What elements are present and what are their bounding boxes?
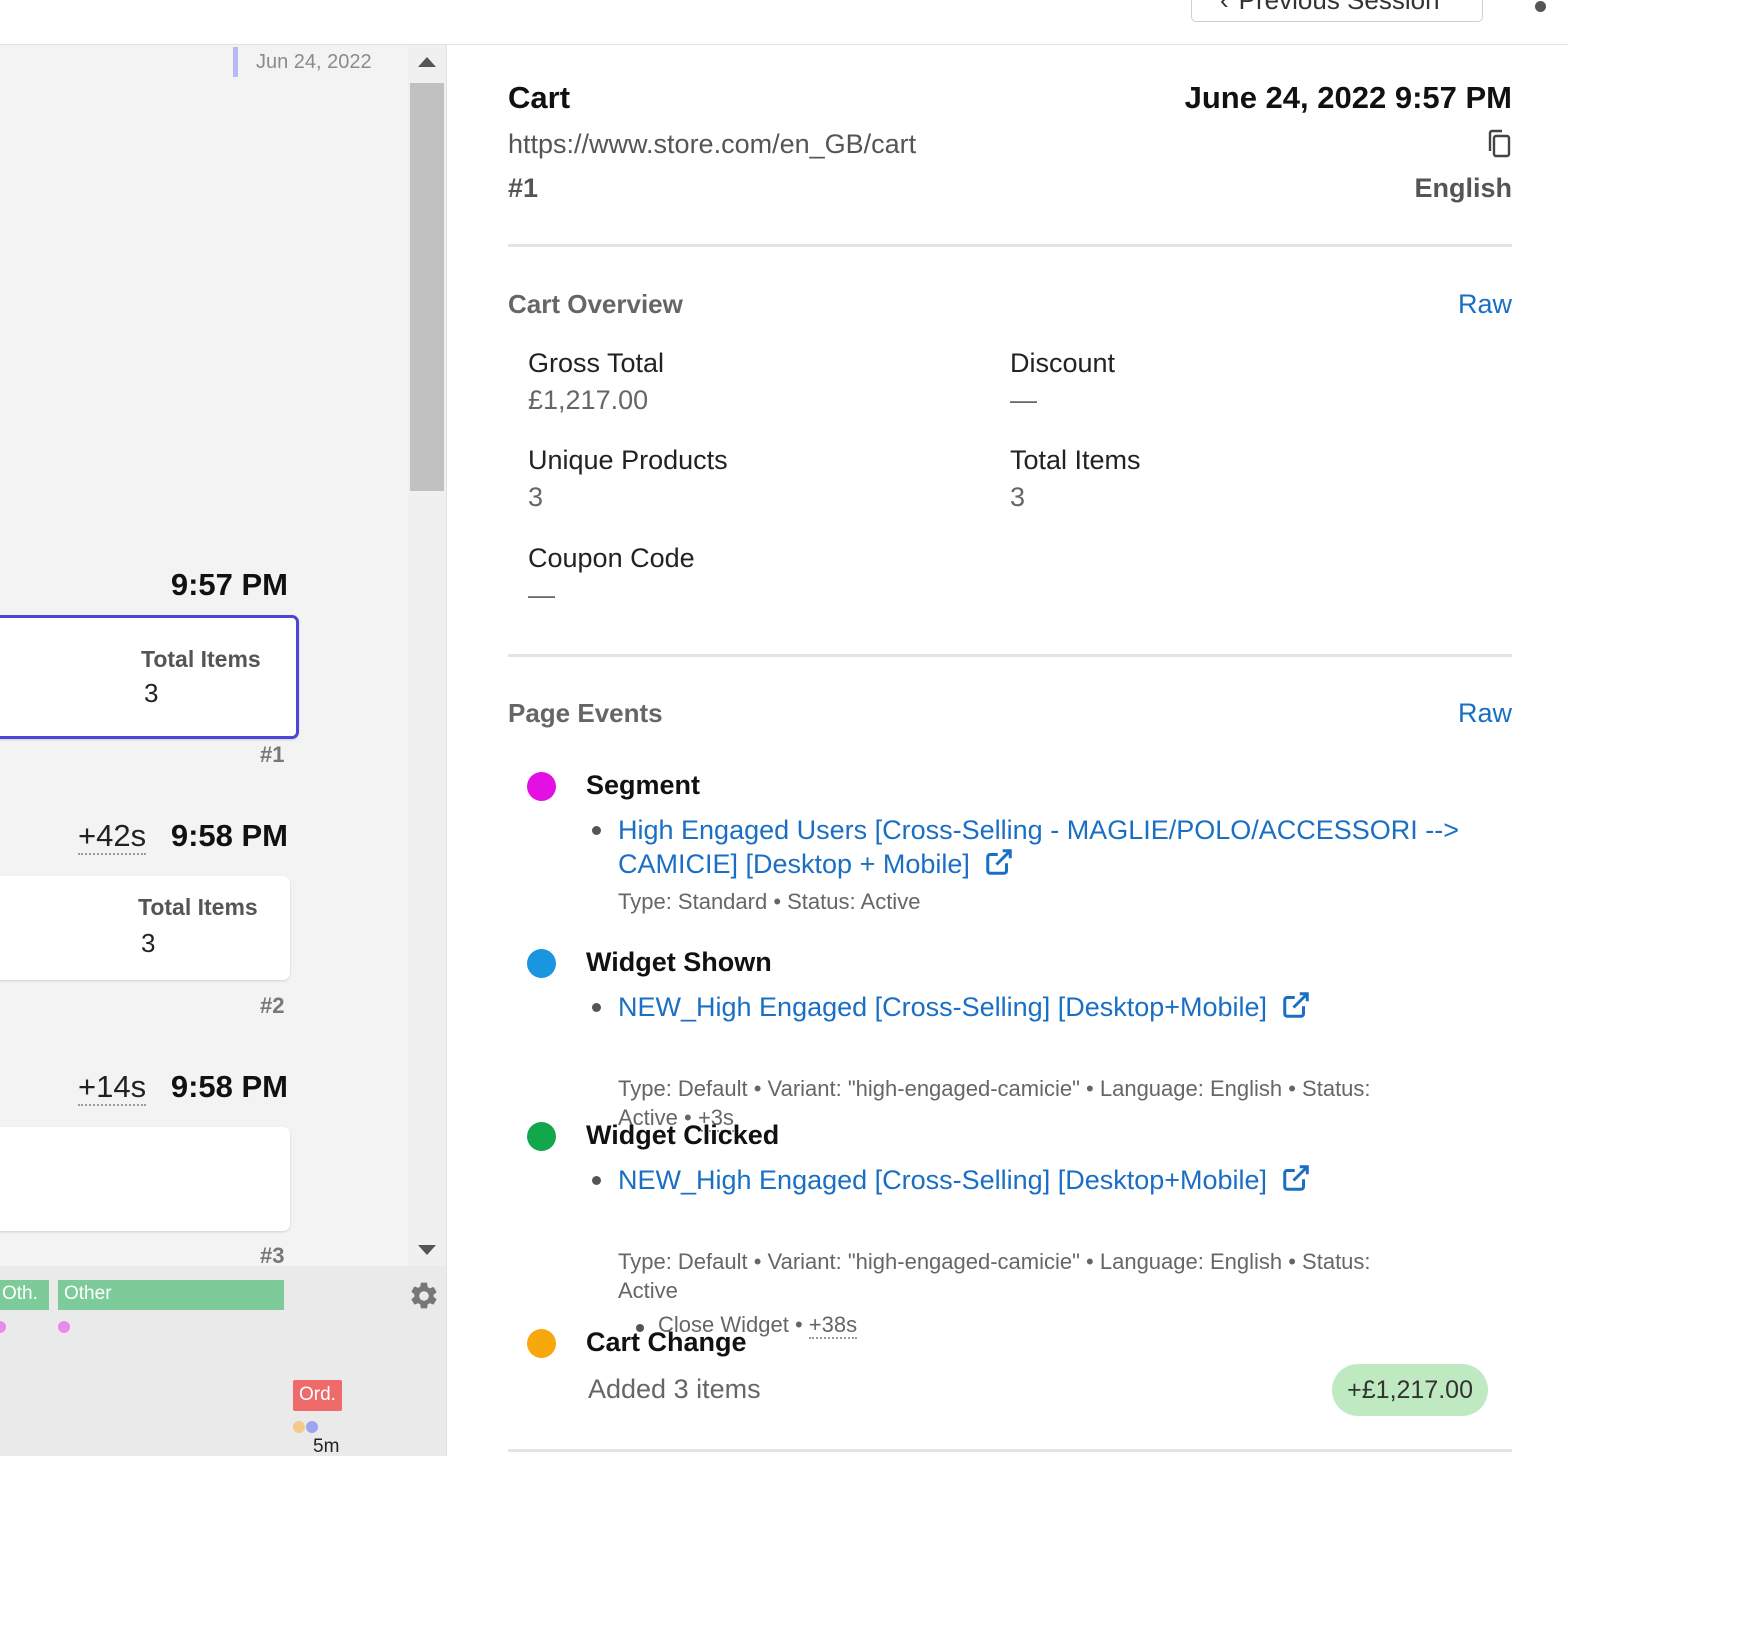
external-link-icon[interactable] bbox=[982, 847, 1016, 877]
bullet bbox=[592, 1176, 601, 1185]
timeline-scrollbar[interactable] bbox=[408, 45, 446, 1266]
gear-icon[interactable] bbox=[408, 1280, 440, 1312]
timeline-delta[interactable]: +42s bbox=[78, 819, 147, 855]
meta-text: Type: Default • Variant: "high-engaged-c… bbox=[618, 1076, 1371, 1101]
timeline-page-card[interactable]: Total Items 3 bbox=[0, 876, 290, 980]
field-total-items: Total Items 3 bbox=[1010, 445, 1141, 513]
field-label: Gross Total bbox=[528, 348, 665, 378]
event-meta: Type: Standard • Status: Active bbox=[618, 889, 921, 914]
timeline-page-number: #3 bbox=[260, 1243, 285, 1266]
field-coupon-code: Coupon Code — bbox=[528, 543, 695, 611]
page-title: Cart bbox=[508, 80, 571, 115]
event-meta: Type: Default • Variant: "high-engaged-c… bbox=[618, 1247, 1458, 1305]
bullet bbox=[592, 826, 601, 835]
previous-session-button[interactable]: ‹ Previous Session bbox=[1191, 0, 1483, 22]
meta-text: Active bbox=[618, 1278, 678, 1303]
link-text: NEW_High Engaged [Cross-Selling] [Deskto… bbox=[618, 992, 1268, 1022]
minimap-event-dot bbox=[306, 1421, 318, 1433]
event-dot bbox=[527, 1329, 556, 1358]
event-dot bbox=[527, 949, 556, 978]
link-text: CAMICIE] [Desktop + Mobile] bbox=[618, 849, 970, 879]
timeline-page-number: #1 bbox=[260, 742, 285, 767]
timeline-time: 9:58 PM bbox=[170, 818, 288, 853]
field-label: Total Items bbox=[1010, 445, 1141, 475]
bullet bbox=[592, 1003, 601, 1012]
page-events-title: Page Events bbox=[508, 698, 663, 728]
minimap-time-label: 5m bbox=[313, 1436, 340, 1457]
scroll-down-arrow-icon[interactable] bbox=[418, 1245, 436, 1255]
scroll-up-arrow-icon[interactable] bbox=[418, 57, 436, 67]
widget-link[interactable]: NEW_High Engaged [Cross-Selling] [Deskto… bbox=[618, 990, 1313, 1024]
page-events-raw-link[interactable]: Raw bbox=[1458, 698, 1512, 729]
cart-change-text: Added 3 items bbox=[588, 1374, 761, 1404]
field-label: Discount bbox=[1010, 348, 1116, 378]
event-title: Widget Shown bbox=[586, 947, 772, 977]
minimap-event-dot bbox=[58, 1321, 70, 1333]
page-url: https://www.store.com/en_GB/cart bbox=[508, 129, 917, 159]
field-label: Coupon Code bbox=[528, 543, 695, 573]
session-minimap: Oth. Other Ord. 5m bbox=[0, 1266, 446, 1457]
card-label: Total Items bbox=[141, 646, 261, 672]
menu-dot-icon[interactable] bbox=[1535, 1, 1546, 12]
card-label: Total Items bbox=[138, 894, 258, 920]
timeline-time: 9:57 PM bbox=[170, 567, 288, 602]
copy-icon[interactable] bbox=[1486, 129, 1512, 159]
field-label: Unique Products bbox=[528, 445, 728, 475]
minimap-tag[interactable]: Other bbox=[58, 1280, 284, 1310]
pane-divider bbox=[446, 45, 447, 1456]
timeline-page-number: #2 bbox=[260, 993, 285, 1018]
field-value: 3 bbox=[528, 482, 544, 512]
field-gross-total: Gross Total £1,217.00 bbox=[528, 348, 664, 416]
previous-session-label: Previous Session bbox=[1238, 0, 1440, 15]
session-timeline: Jun 24, 2022 9:57 PM Total Items 3 #1 +4… bbox=[0, 45, 408, 1266]
external-link-icon[interactable] bbox=[1279, 990, 1313, 1020]
page-number: #1 bbox=[508, 173, 539, 203]
timeline-delta[interactable]: +14s bbox=[78, 1070, 147, 1106]
section-divider bbox=[508, 244, 1512, 247]
event-title: Cart Change bbox=[586, 1327, 747, 1357]
link-text: High Engaged Users [Cross-Selling - MAGL… bbox=[618, 815, 1460, 845]
field-discount: Discount — bbox=[1010, 348, 1115, 416]
field-value: £1,217.00 bbox=[528, 385, 649, 415]
event-dot bbox=[527, 1122, 556, 1151]
cart-overview-raw-link[interactable]: Raw bbox=[1458, 289, 1512, 320]
segment-link[interactable]: High Engaged Users [Cross-Selling - MAGL… bbox=[618, 813, 1459, 881]
meta-text: Type: Default • Variant: "high-engaged-c… bbox=[618, 1249, 1371, 1274]
timeline-page-card[interactable] bbox=[0, 1127, 290, 1231]
external-link-icon[interactable] bbox=[1279, 1163, 1313, 1193]
field-value: — bbox=[528, 580, 555, 610]
event-title: Segment bbox=[586, 770, 701, 800]
page-language: English bbox=[1414, 173, 1512, 203]
timeline-date: Jun 24, 2022 bbox=[233, 47, 372, 77]
section-divider bbox=[508, 654, 1512, 657]
minimap-order-tag[interactable]: Ord. bbox=[293, 1380, 342, 1411]
amount-badge: +£1,217.00 bbox=[1332, 1364, 1488, 1416]
top-bar: ‹ Previous Session bbox=[0, 0, 1568, 45]
section-divider bbox=[508, 1449, 1512, 1452]
card-value: 3 bbox=[144, 678, 159, 708]
scrollbar-thumb[interactable] bbox=[410, 83, 444, 491]
minimap-tag[interactable]: Oth. bbox=[0, 1280, 49, 1310]
field-value: 3 bbox=[1010, 482, 1026, 512]
timeline-page-card[interactable]: Total Items 3 bbox=[0, 615, 299, 739]
event-dot bbox=[527, 772, 556, 801]
card-value: 3 bbox=[141, 928, 156, 958]
minimap-event-dot bbox=[293, 1421, 305, 1433]
field-unique-products: Unique Products 3 bbox=[528, 445, 728, 513]
page-datetime: June 24, 2022 9:57 PM bbox=[1184, 80, 1512, 115]
field-value: — bbox=[1010, 385, 1037, 415]
cart-overview-title: Cart Overview bbox=[508, 289, 683, 319]
event-title: Widget Clicked bbox=[586, 1120, 780, 1150]
chevron-left-icon: ‹ bbox=[1220, 0, 1229, 15]
widget-link[interactable]: NEW_High Engaged [Cross-Selling] [Deskto… bbox=[618, 1163, 1313, 1197]
timeline-time: 9:58 PM bbox=[170, 1069, 288, 1104]
time-delta[interactable]: +38s bbox=[808, 1312, 858, 1339]
minimap-event-dot bbox=[0, 1321, 6, 1333]
link-text: NEW_High Engaged [Cross-Selling] [Deskto… bbox=[618, 1165, 1268, 1195]
